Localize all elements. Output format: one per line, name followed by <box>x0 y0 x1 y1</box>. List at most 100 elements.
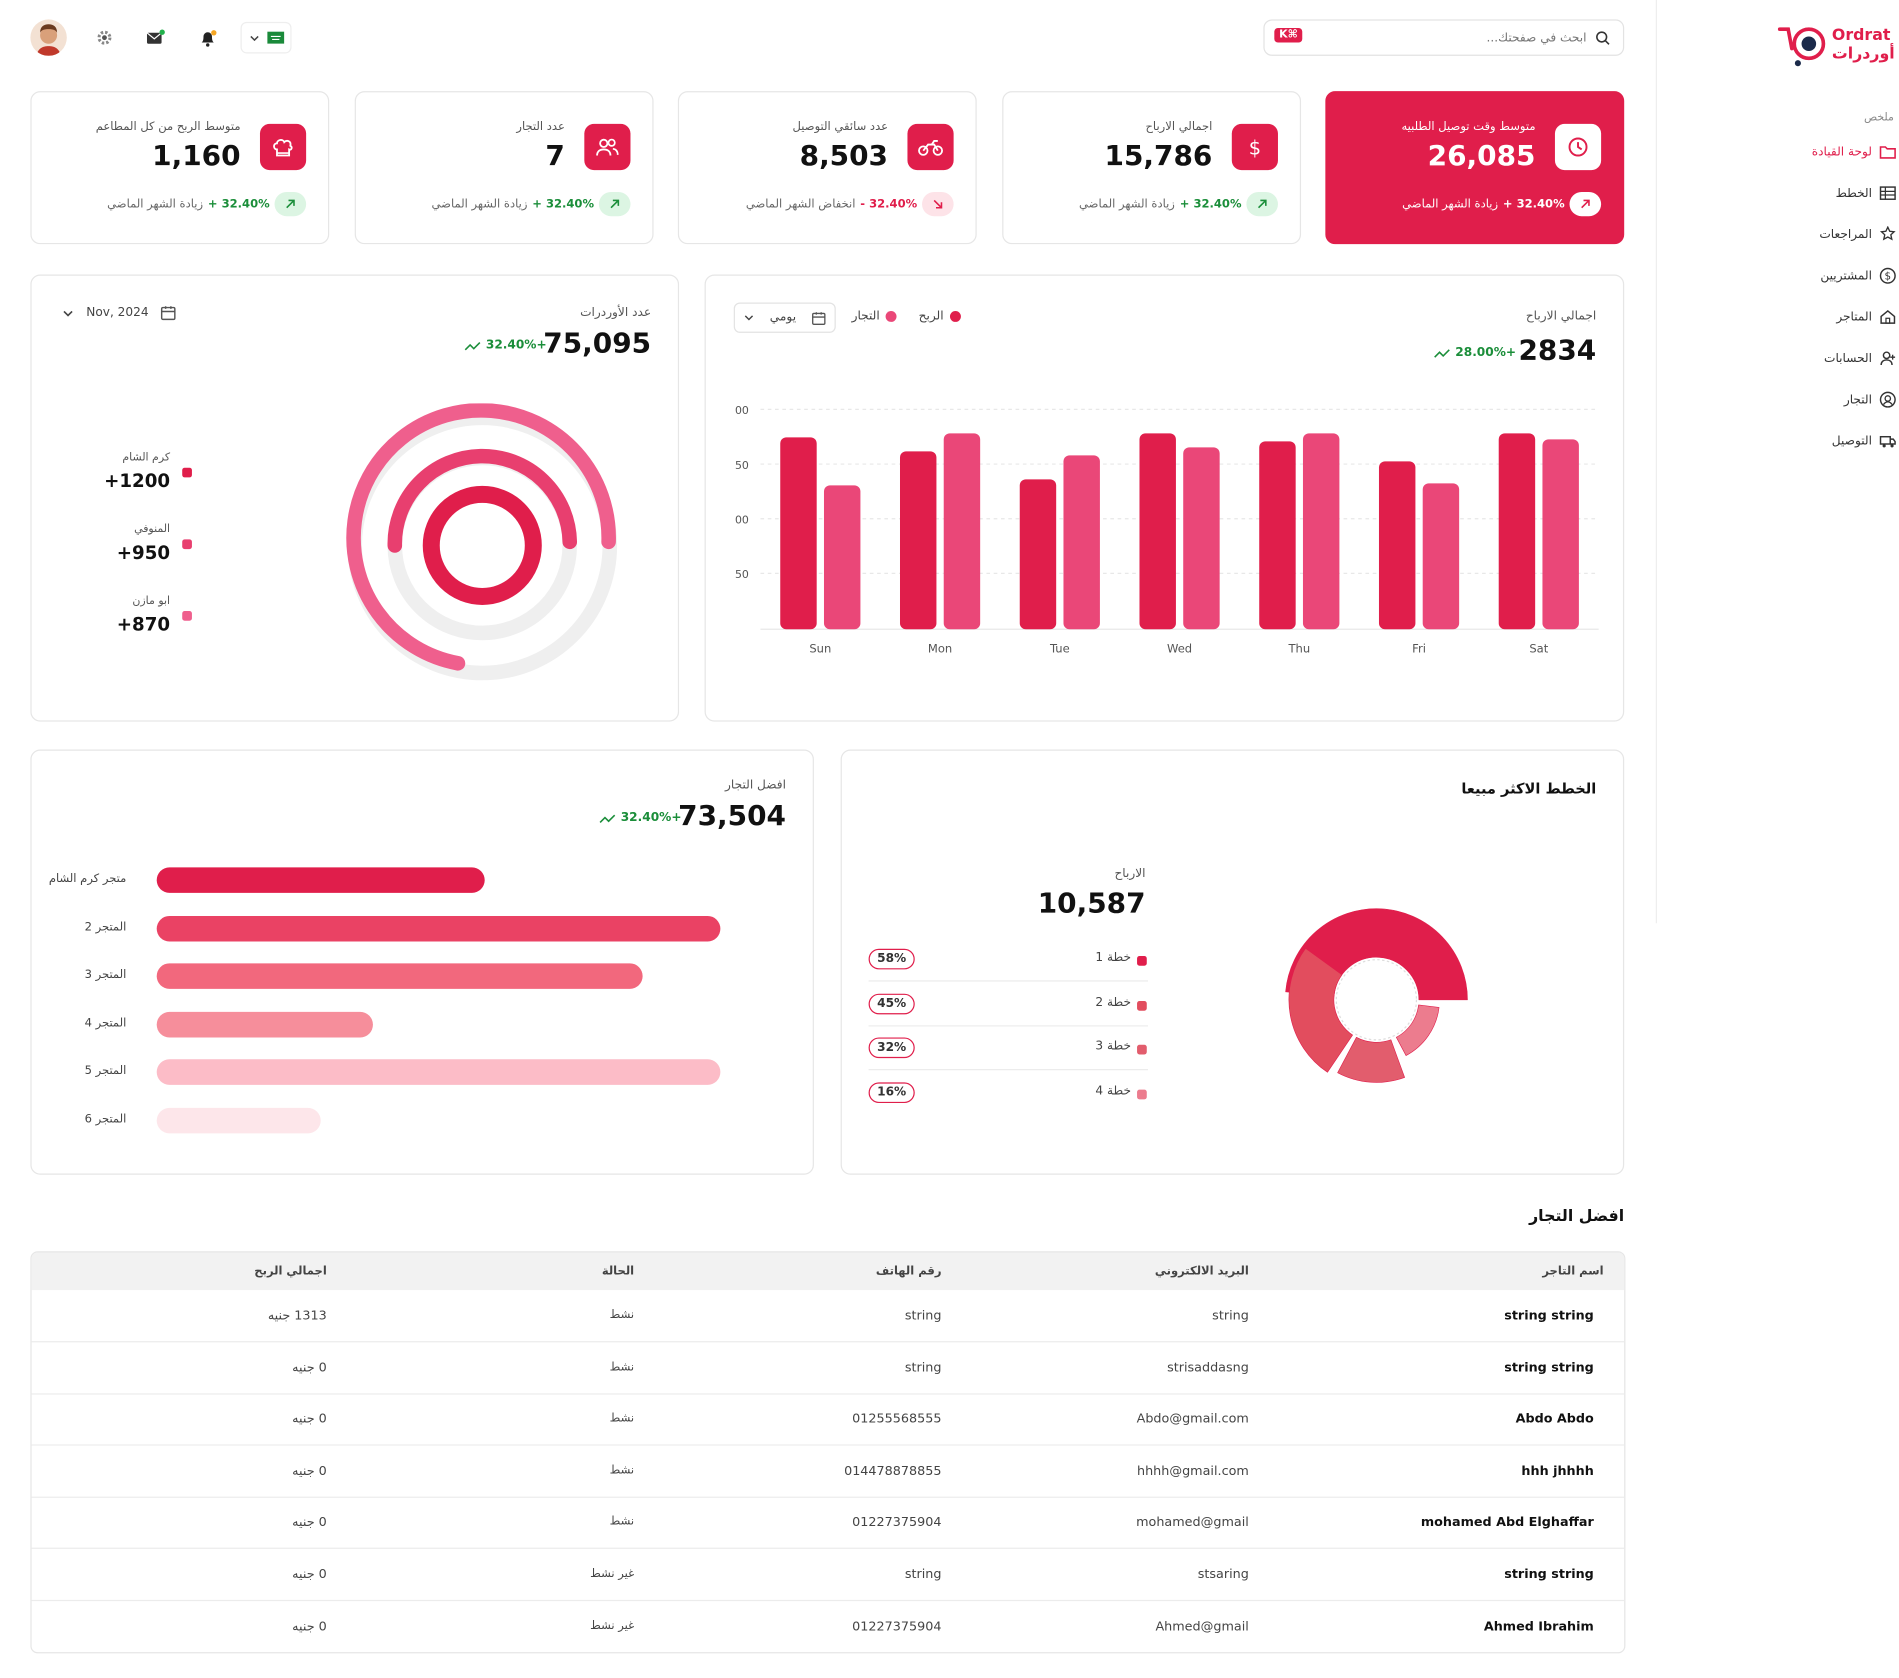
stat-card: متوسط الربح من كل المطاعم 1,160 + 32.40% زي… <box>30 91 330 245</box>
stat-title: عدد التجار <box>516 120 565 134</box>
table-cell-phone: 01227375904 <box>852 1618 942 1634</box>
table-cell-phone: 014478878855 <box>844 1463 942 1479</box>
stat-change: + 32.40% <box>207 197 270 211</box>
sidebar-item-buyers[interactable]: $ المشتريين <box>1820 267 1896 284</box>
logo-mark-icon <box>1777 27 1826 67</box>
hbar-label: المتجر 3 <box>84 968 127 982</box>
clock-icon <box>1567 136 1589 158</box>
period-select[interactable]: يومي <box>733 302 836 333</box>
plan-dot <box>1137 1089 1147 1099</box>
sidebar-section-label: ملخص <box>1863 111 1894 124</box>
table-row[interactable] <box>32 1445 1625 1496</box>
hbar-label: المتجر 5 <box>84 1064 127 1078</box>
svg-text:$: $ <box>1885 271 1892 283</box>
profit-chart-card: اجمالي الارباح 2834 28.00%+ يومي الربح ا… <box>704 274 1625 722</box>
y-tick-label: 00 <box>735 404 749 417</box>
profit-bar-chart: 00 50 00 50 Sun Mon Tue Wed Thu Fri Sat <box>735 404 1599 655</box>
stat-icon-box <box>259 123 307 171</box>
messages-button[interactable] <box>138 21 172 55</box>
legend-item: التجار <box>852 310 897 323</box>
table-cell-profit: 0 جنيه <box>292 1411 327 1427</box>
stat-card: اجمالي الارباح 15,786 $ + 32.40% زيادة الشهر… <box>1002 91 1302 245</box>
stat-note: زيادة الشهر الماضي <box>1402 197 1499 211</box>
stat-title: عدد سائقي التوصيل <box>792 120 889 134</box>
sidebar-item-delivery[interactable]: التوصيل <box>1832 432 1896 449</box>
table-cell-merchant: hhh jhhhh <box>1521 1463 1594 1479</box>
svg-text:$: $ <box>1249 136 1261 158</box>
sidebar-item-label: المشتريين <box>1820 269 1873 283</box>
users-icon <box>595 136 619 158</box>
profit-card-title: اجمالي الارباح <box>1525 309 1597 324</box>
bar <box>1183 447 1220 630</box>
bar <box>1139 433 1176 630</box>
table-row[interactable] <box>32 1342 1625 1393</box>
brand-logo[interactable]: Ordrat أوردرات <box>1776 22 1895 71</box>
notifications-button[interactable] <box>191 21 225 55</box>
plan-percent-badge: 16% <box>868 1081 915 1103</box>
plan-row-divider <box>868 980 1148 982</box>
table-cell-merchant: string string <box>1504 1567 1594 1582</box>
settings-button[interactable] <box>87 21 121 55</box>
table-header-cell: الحالة <box>601 1264 635 1278</box>
user-circle-icon <box>1879 391 1896 408</box>
orders-ring-chart <box>346 403 618 681</box>
table-cell-status: نشط <box>609 1411 635 1426</box>
donut-slice <box>1337 1037 1405 1083</box>
table-cell-profit: 0 جنيه <box>292 1463 327 1479</box>
hbar <box>156 1059 721 1085</box>
trend-up-icon <box>464 340 481 351</box>
sidebar-item-plans[interactable]: الخطط <box>1836 185 1897 202</box>
sidebar-item-dashboard[interactable]: لوحة القيادة <box>1812 143 1897 160</box>
stat-note: زيادة الشهر الماضي <box>1079 197 1175 211</box>
x-tick-label: Sat <box>1529 641 1548 655</box>
table-cell-status: غير نشط <box>590 1618 635 1633</box>
folder-icon <box>1879 143 1896 160</box>
stat-note: زيادة الشهر الماضي <box>431 197 528 211</box>
trend-up-icon <box>599 813 616 824</box>
search-bar[interactable]: K⌘ <box>1263 19 1625 56</box>
plan-percent-badge: 45% <box>868 993 915 1014</box>
stat-change: + 32.40% <box>532 197 595 211</box>
x-tick-label: Tue <box>1049 641 1070 655</box>
merchants-card-value: 73,504 <box>678 800 786 833</box>
table-row[interactable] <box>32 1549 1625 1600</box>
table-row[interactable] <box>32 1497 1625 1548</box>
sidebar-item-accounts[interactable]: الحسابات <box>1824 350 1896 367</box>
table-row[interactable] <box>32 1601 1625 1652</box>
search-input[interactable] <box>1343 26 1587 49</box>
table-cell-status: نشط <box>609 1360 635 1374</box>
x-tick-label: Thu <box>1287 641 1310 655</box>
legend-dot <box>182 611 192 621</box>
legend-dot <box>182 539 192 550</box>
stat-footer: + 32.40% زيادة الشهر الماضي <box>1079 191 1278 217</box>
legend-item-name: ابو مازن <box>132 595 171 608</box>
sidebar-item-label: المتاجر <box>1836 310 1873 324</box>
profit-card-change: 28.00%+ <box>1433 346 1516 360</box>
date-picker[interactable]: Nov, 2024 <box>62 305 177 321</box>
plan-percent-badge: 58% <box>868 948 915 970</box>
table-title: افضل التجار <box>1529 1207 1625 1226</box>
table-cell-email: stsaring <box>1197 1567 1249 1582</box>
gear-icon <box>96 29 113 46</box>
sidebar-item-stores[interactable]: المتاجر <box>1836 309 1896 326</box>
trend-up-arrow-icon <box>598 191 631 217</box>
sidebar-item-merchants[interactable]: التجار <box>1844 391 1896 408</box>
language-select[interactable] <box>240 21 292 54</box>
table-row[interactable] <box>32 1394 1625 1445</box>
stat-icon-box <box>907 123 954 171</box>
sidebar-item-label: الحسابات <box>1824 351 1873 366</box>
table-cell-status: نشط <box>609 1308 635 1322</box>
legend-dot <box>182 467 192 478</box>
sidebar <box>1655 0 1899 924</box>
bar <box>1302 433 1340 630</box>
merchants-card-title: افضل التجار <box>725 778 786 793</box>
table-cell-profit: 0 جنيه <box>292 1360 327 1375</box>
table-icon <box>1879 185 1896 202</box>
brand-name-en: Ordrat <box>1831 26 1891 45</box>
table-cell-phone: string <box>904 1567 942 1582</box>
table-cell-phone: string <box>904 1360 942 1375</box>
orders-card-value: 75,095 <box>543 327 652 360</box>
table-cell-profit: 0 جنيه <box>292 1618 327 1634</box>
sidebar-item-reviews[interactable]: المراجعات <box>1819 225 1896 243</box>
user-avatar[interactable] <box>30 19 67 56</box>
